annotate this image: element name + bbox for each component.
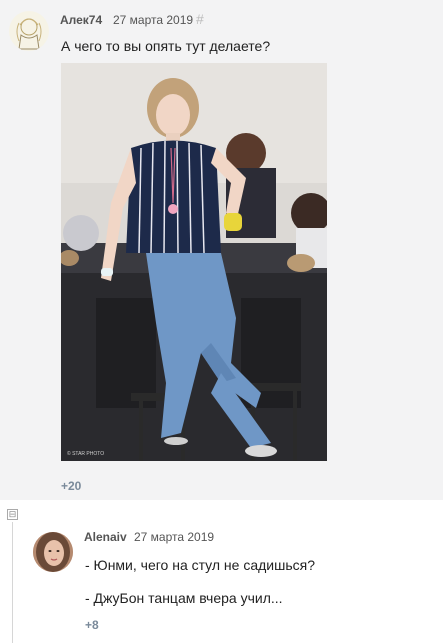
comment-photo[interactable]: © STAR PHOTO [61, 63, 327, 461]
reply-author-avatar[interactable] [33, 532, 73, 572]
reply-score: +8 [85, 618, 99, 632]
reply-date[interactable]: 27 марта 2019 [134, 530, 214, 544]
reply-text-line-1: - Юнми, чего на стул не садишься? [85, 557, 316, 573]
comment-text: А чего то вы опять тут делаете? [61, 38, 271, 54]
thread-line [12, 522, 13, 643]
svg-text:© STAR PHOTO: © STAR PHOTO [67, 450, 104, 457]
author-avatar[interactable] [9, 11, 49, 51]
comment-score: +20 [61, 479, 82, 493]
reply-author[interactable]: Alenaiv [84, 530, 127, 544]
comment-date[interactable]: 27 марта 2019 [113, 13, 193, 27]
comment-author[interactable]: Алек74 [60, 13, 102, 27]
reply-text-line-2: - ДжуБон танцам вчера учил... [85, 590, 283, 606]
collapse-thread-toggle[interactable]: ⊟ [7, 509, 18, 520]
comment-anchor-link[interactable]: # [196, 11, 204, 27]
comment-top: Алек74 27 марта 2019 # А чего то вы опят… [0, 0, 443, 500]
